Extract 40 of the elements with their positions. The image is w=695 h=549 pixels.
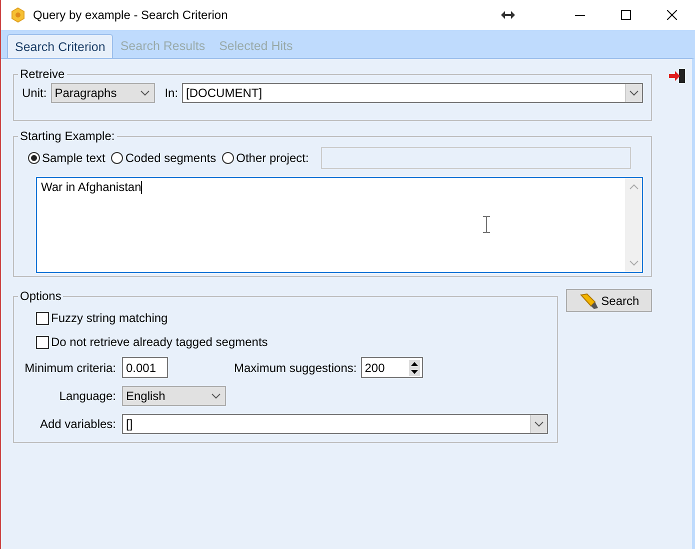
chevron-down-icon xyxy=(211,393,221,399)
sample-text-area[interactable]: War in Afghanistan xyxy=(36,177,643,273)
radio-option[interactable]: Coded segments xyxy=(111,151,216,165)
chevron-down-icon xyxy=(140,90,150,96)
checkbox-option[interactable]: Fuzzy string matching xyxy=(36,311,550,325)
exit-door-icon[interactable] xyxy=(668,68,686,84)
chevron-down-icon xyxy=(629,90,639,96)
search-button[interactable]: Search xyxy=(566,289,652,312)
field-label: Minimum criteria: xyxy=(24,360,116,374)
group-label: Starting Example: xyxy=(19,129,116,143)
maximum-suggestions-spinner[interactable]: 200 xyxy=(360,357,423,378)
window-title: Query by example - Search Criterion xyxy=(33,8,229,22)
tab[interactable]: Search Criterion xyxy=(7,34,114,58)
unit-dropdown[interactable]: Paragraphs xyxy=(50,83,155,103)
chevron-down-icon xyxy=(534,421,544,427)
chevron-down-icon xyxy=(628,260,638,266)
language-dropdown[interactable]: English xyxy=(122,386,226,406)
flashlight-icon xyxy=(579,292,600,310)
field-label: Maximum suggestions: xyxy=(234,360,357,374)
chevron-up-icon xyxy=(628,184,638,190)
spin-up-icon[interactable] xyxy=(408,360,420,368)
radio-option[interactable]: Other project: xyxy=(222,151,309,165)
scrollbar[interactable] xyxy=(625,178,642,272)
group-label: Options xyxy=(19,289,62,303)
resize-icon xyxy=(501,11,515,19)
field-label: In: xyxy=(164,86,178,100)
text-cursor-icon xyxy=(483,216,490,233)
in-dropdown[interactable]: [DOCUMENT] xyxy=(182,83,643,103)
field-label: Language: xyxy=(58,389,116,403)
field-label: Add variables: xyxy=(38,417,116,431)
variables-dropdown[interactable]: [] xyxy=(122,414,548,434)
checkbox-option[interactable]: Do not retrieve already tagged segments xyxy=(36,335,550,349)
minimum-criteria-field[interactable]: 0.001 xyxy=(122,357,168,378)
app-icon xyxy=(10,7,26,23)
field-label: Unit: xyxy=(22,86,47,100)
close-icon xyxy=(667,10,677,20)
maximize-icon xyxy=(621,10,631,20)
group-label: Retreive xyxy=(19,67,66,81)
project-field[interactable] xyxy=(320,147,631,169)
radio-option[interactable]: Sample text xyxy=(28,151,106,165)
